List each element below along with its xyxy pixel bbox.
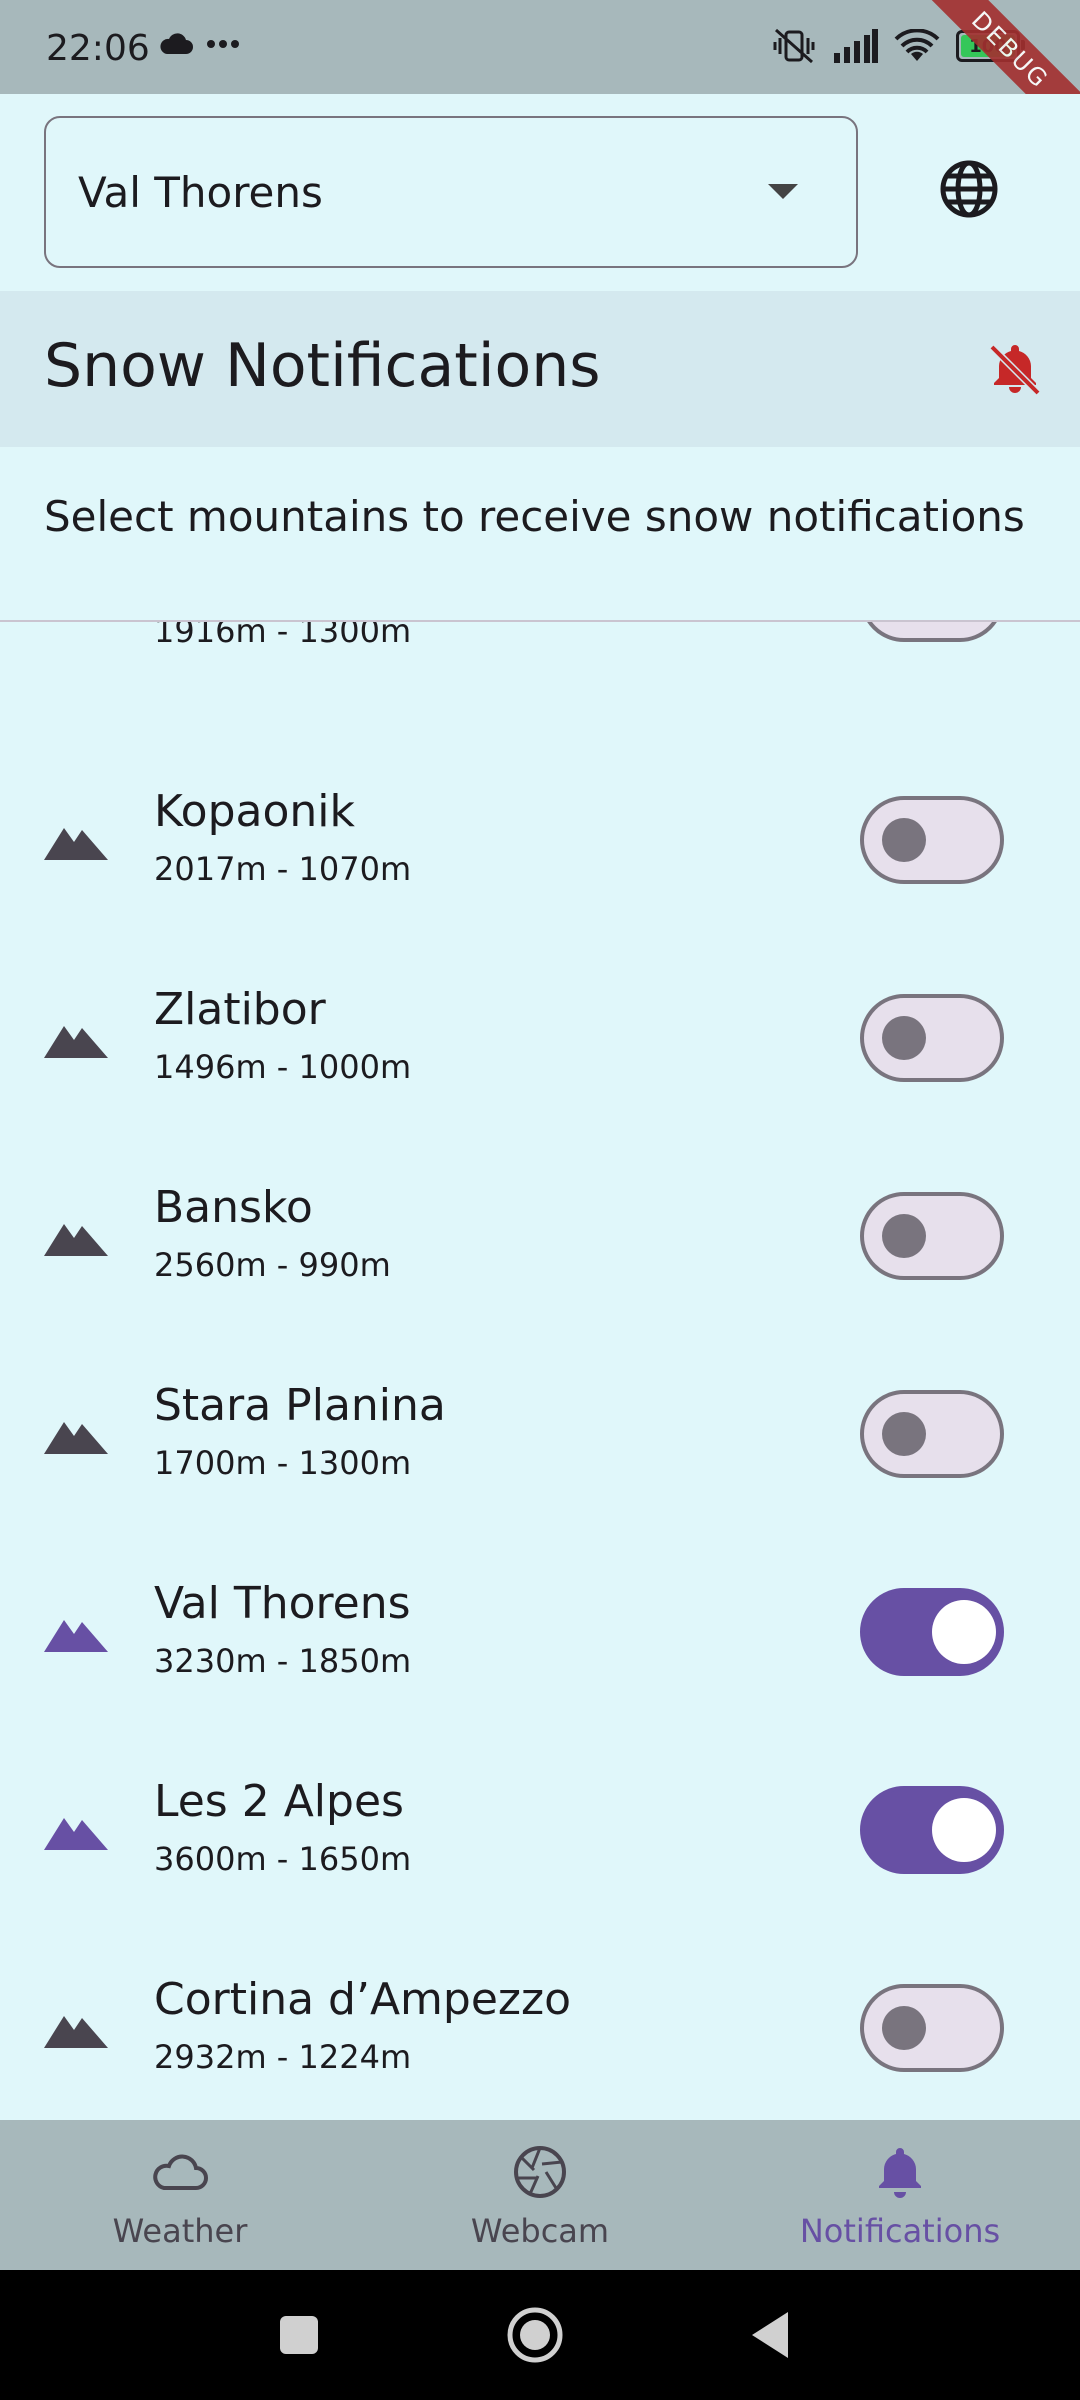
nav-webcam[interactable]: Webcam [360, 2120, 720, 2270]
list-item-range: 2932m - 1224m [154, 2038, 412, 2076]
list-item-range: 2560m - 990m [154, 1246, 391, 1284]
globe-icon[interactable] [938, 158, 1000, 220]
dropdown-arrow-icon [768, 184, 798, 199]
list-item-toggle[interactable] [860, 994, 1004, 1082]
list-item-toggle[interactable] [860, 1192, 1004, 1280]
status-left-icons [158, 32, 240, 56]
list-item-range: 2017m - 1070m [154, 850, 412, 888]
recents-icon[interactable] [278, 2314, 320, 2356]
home-icon[interactable] [506, 2306, 564, 2364]
mountain-icon [44, 1620, 108, 1652]
list-item-toggle[interactable] [860, 1588, 1004, 1676]
mountain-icon [44, 2016, 108, 2048]
list-item-name: Les 2 Alpes [154, 1776, 404, 1827]
status-time: 22:06 [46, 28, 150, 69]
mountain-icon [44, 1224, 108, 1256]
back-icon[interactable] [748, 2310, 792, 2360]
nav-label-webcam: Webcam [470, 2212, 610, 2250]
list-item-toggle[interactable] [860, 1984, 1004, 2072]
camera-shutter-icon [514, 2146, 566, 2198]
nav-weather[interactable]: Weather [0, 2120, 360, 2270]
list-item-name: Zlatibor [154, 984, 326, 1035]
list-item-toggle[interactable] [860, 1786, 1004, 1874]
top-bar: Val Thorens [0, 94, 1080, 291]
list-item-range: 1700m - 1300m [154, 1444, 412, 1482]
cloud-icon [160, 33, 193, 54]
list-item-toggle[interactable] [860, 622, 1004, 642]
list-item-name: Val Thorens [154, 1578, 411, 1629]
bottom-navigation: Weather Webcam Notifications [0, 2120, 1080, 2270]
cloud-icon [153, 2154, 208, 2190]
list-item-name: Bansko [154, 1182, 313, 1233]
nav-label-notifications: Notifications [799, 2212, 1001, 2250]
wifi-icon [894, 29, 940, 61]
list-item-name: Stara Planina [154, 1380, 446, 1431]
list-item-partial[interactable]: 1916m - 1300m [0, 622, 1080, 662]
nav-notifications[interactable]: Notifications [720, 2120, 1080, 2270]
list-item-range: 1916m - 1300m [154, 622, 412, 650]
notifications-off-icon[interactable] [986, 339, 1044, 397]
vibrate-off-icon [773, 28, 815, 64]
list-item-toggle[interactable] [860, 796, 1004, 884]
list-item[interactable]: Kopaonik 2017m - 1070m [0, 764, 1080, 962]
dropdown-value: Val Thorens [78, 168, 323, 217]
more-icon [207, 40, 239, 48]
list-item[interactable]: Bansko 2560m - 990m [0, 1160, 1080, 1358]
system-navigation-bar [0, 2270, 1080, 2400]
list-item-name: Cortina d’Ampezzo [154, 1974, 572, 2025]
mountain-icon [44, 1422, 108, 1454]
mountain-icon [44, 828, 108, 860]
page-title: Snow Notifications [44, 331, 601, 401]
mountain-dropdown[interactable]: Val Thorens [44, 116, 858, 268]
list-item[interactable]: Stara Planina 1700m - 1300m [0, 1358, 1080, 1556]
section-header: Snow Notifications [0, 291, 1080, 447]
mountain-icon [44, 1818, 108, 1850]
status-bar: 22:06 100 DEBUG [0, 0, 1080, 164]
instructions-text: Select mountains to receive snow notific… [44, 492, 1025, 541]
list-item-toggle[interactable] [860, 1390, 1004, 1478]
nav-label-weather: Weather [112, 2212, 248, 2250]
list-item-range: 1496m - 1000m [154, 1048, 412, 1086]
signal-icon [834, 29, 878, 63]
mountain-icon [44, 1026, 108, 1058]
list-item[interactable]: Les 2 Alpes 3600m - 1650m [0, 1754, 1080, 1952]
list-item[interactable]: Val Thorens 3230m - 1850m [0, 1556, 1080, 1754]
list-item[interactable]: Cortina d’Ampezzo 2932m - 1224m [0, 1952, 1080, 2120]
bell-icon [879, 2148, 921, 2198]
list-item-range: 3230m - 1850m [154, 1642, 412, 1680]
list-item-range: 3600m - 1650m [154, 1840, 412, 1878]
list-item-name: Kopaonik [154, 786, 355, 837]
list-item[interactable]: Zlatibor 1496m - 1000m [0, 962, 1080, 1160]
mountain-list[interactable]: 1916m - 1300m Kopaonik 2017m - 1070m Zla… [0, 622, 1080, 2120]
